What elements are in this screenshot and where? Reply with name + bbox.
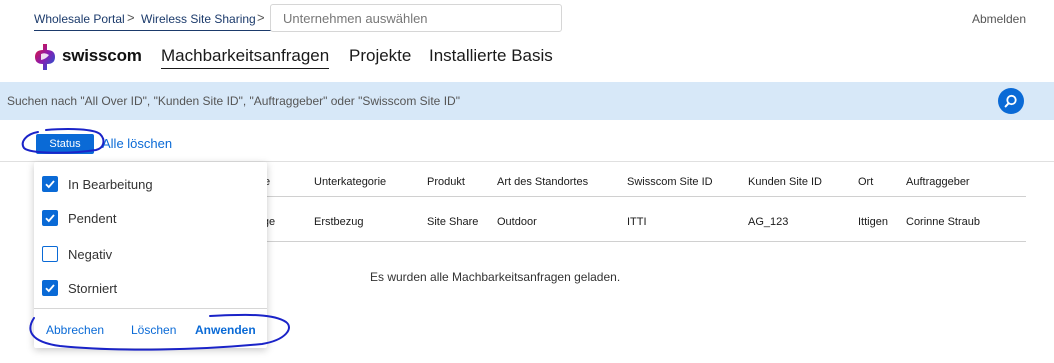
checkbox-unchecked[interactable] [42,246,58,262]
column-header-produkt[interactable]: Produkt [427,176,465,188]
status-option-label: Negativ [68,247,113,262]
checkbox-checked[interactable] [42,176,58,192]
clear-button[interactable]: Löschen [131,323,176,337]
search-input[interactable]: Suchen nach "All Over ID", "Kunden Site … [7,94,460,108]
status-dropdown: In Bearbeitung Pendent Negativ Storniert… [34,162,267,348]
table-cell-unterkategorie[interactable]: Erstbezug [314,216,364,228]
status-option-negativ[interactable]: Negativ [42,244,242,264]
search-bar[interactable]: Suchen nach "All Over ID", "Kunden Site … [0,82,1054,120]
cancel-button[interactable]: Abbrechen [46,323,104,337]
status-option-in-bearbeitung[interactable]: In Bearbeitung [42,174,242,194]
apply-button[interactable]: Anwenden [195,323,256,337]
loaded-status-message: Es wurden alle Machbarkeitsanfragen gela… [370,270,621,284]
logout-link[interactable]: Abmelden [972,12,1026,26]
clear-all-filters-link[interactable]: Alle löschen [102,136,172,151]
column-header-art-des-standortes[interactable]: Art des Standortes [497,176,588,188]
breadcrumb-separator: > [127,10,135,25]
table-header-divider [250,196,1026,197]
status-option-label: In Bearbeitung [68,177,153,192]
table-row-divider [250,241,1026,242]
table-cell-ort[interactable]: Ittigen [858,216,888,228]
column-header-auftraggeber[interactable]: Auftraggeber [906,176,970,188]
nav-installierte-basis[interactable]: Installierte Basis [429,46,553,66]
search-button[interactable] [998,88,1024,114]
column-header-kunden-site-id[interactable]: Kunden Site ID [748,176,822,188]
status-option-label: Pendent [68,211,117,226]
status-option-storniert[interactable]: Storniert [42,278,242,298]
column-header-unterkategorie[interactable]: Unterkategorie [314,176,386,188]
table-cell-kunden-site-id[interactable]: AG_123 [748,216,788,228]
checkmark-icon [45,214,55,223]
company-select-placeholder: Unternehmen auswählen [283,11,428,26]
breadcrumb-separator: > [257,10,265,25]
checkmark-icon [45,284,55,293]
filter-row: Status Alle löschen [0,130,1054,162]
nav-machbarkeitsanfragen[interactable]: Machbarkeitsanfragen [161,46,330,69]
status-option-pendent[interactable]: Pendent [42,208,242,228]
dropdown-divider [34,308,267,309]
checkbox-checked[interactable] [42,210,58,226]
swisscom-logo-icon [35,44,55,70]
status-filter-button[interactable]: Status [36,134,94,154]
search-icon [1004,94,1017,108]
swisscom-logo[interactable]: swisscom [34,44,146,70]
breadcrumb-wholesale-portal[interactable]: Wholesale Portal [34,12,125,26]
breadcrumb-wireless-site-sharing[interactable]: Wireless Site Sharing [141,12,256,26]
breadcrumb-underline [34,30,294,31]
status-option-label: Storniert [68,281,118,296]
table-cell-produkt[interactable]: Site Share [427,216,478,228]
table-cell-auftraggeber[interactable]: Corinne Straub [906,216,980,228]
company-select[interactable]: Unternehmen auswählen [270,4,562,32]
nav-projekte[interactable]: Projekte [349,46,411,66]
checkmark-icon [45,180,55,189]
table-cell-art-des-standortes[interactable]: Outdoor [497,216,537,228]
brand-name: swisscom [62,46,142,65]
column-header-ort[interactable]: Ort [858,176,873,188]
top-bar: Wholesale Portal > Wireless Site Sharing… [0,0,1054,32]
table-cell-swisscom-site-id[interactable]: ITTI [627,216,647,228]
column-header-swisscom-site-id[interactable]: Swisscom Site ID [627,176,713,188]
checkbox-checked[interactable] [42,280,58,296]
